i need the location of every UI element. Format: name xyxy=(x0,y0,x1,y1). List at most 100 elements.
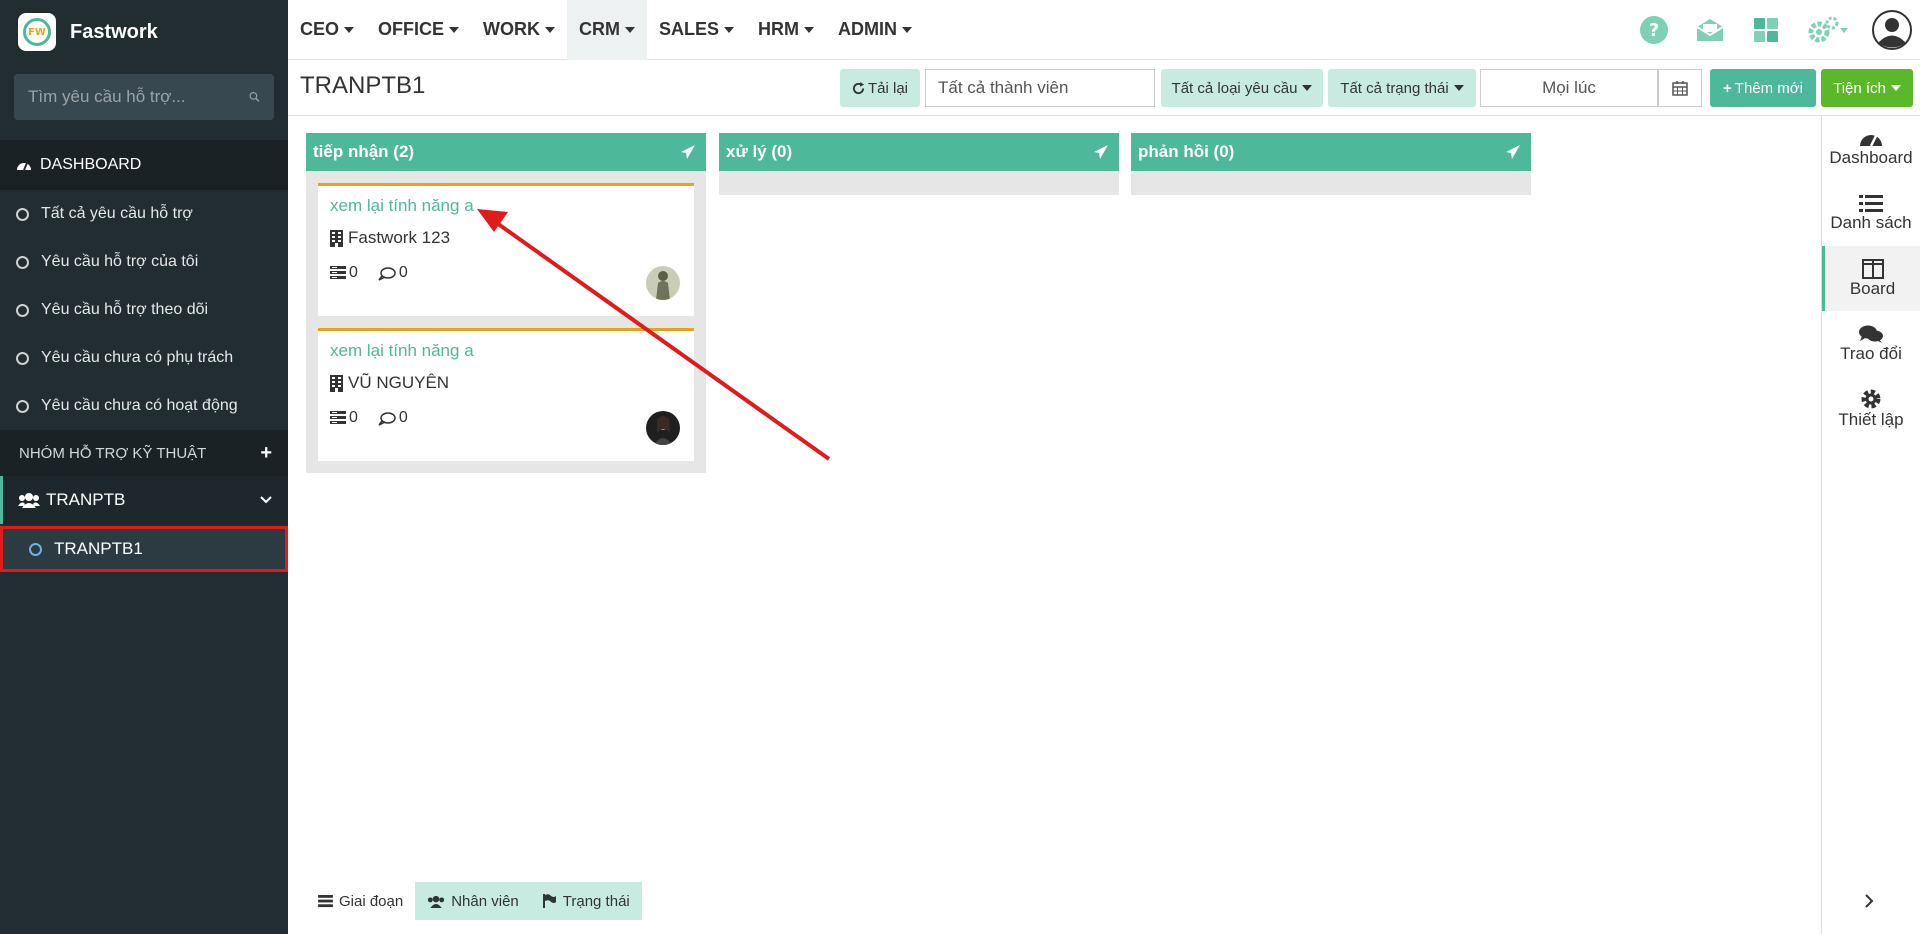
view-label: Board xyxy=(1849,278,1896,298)
mail-icon[interactable] xyxy=(1682,0,1738,60)
card-title[interactable]: xem lại tính năng a xyxy=(330,341,682,361)
menu-label: SALES xyxy=(659,19,720,39)
sidebar-item-label: DASHBOARD xyxy=(40,156,142,173)
board-toolbar: TRANPTB1 Tải lại Tất cả thành viên Tất c… xyxy=(288,60,1920,116)
plus-icon: + xyxy=(1723,79,1732,97)
sidebar-team-tranptb[interactable]: TRANPTB xyxy=(0,476,288,524)
menu-office[interactable]: OFFICE xyxy=(366,0,471,60)
dashboard-icon xyxy=(17,162,31,171)
sidebar-item-unassigned[interactable]: Yêu cầu chưa có phụ trách xyxy=(0,334,288,382)
building-icon xyxy=(330,374,343,392)
caret-down-icon xyxy=(724,26,735,33)
kanban-board: tiếp nhận (2) xem lại tính năng a Fastwo… xyxy=(288,116,1820,934)
board-column: tiếp nhận (2) xem lại tính năng a Fastwo… xyxy=(306,133,706,473)
comment-count: 0 xyxy=(378,264,418,282)
chevron-down-icon[interactable] xyxy=(260,496,272,504)
menu-hrm[interactable]: HRM xyxy=(746,0,826,60)
tab-label: Trạng thái xyxy=(562,892,630,910)
add-group-icon[interactable]: + xyxy=(260,442,272,465)
sidebar-item-following[interactable]: Yêu cầu hỗ trợ theo dõi xyxy=(0,286,288,334)
sidebar-item-all-requests[interactable]: Tất cả yêu cầu hỗ trợ xyxy=(0,190,288,238)
comment-count: 0 xyxy=(378,409,418,427)
add-new-button[interactable]: + Thêm mới xyxy=(1710,69,1816,107)
support-group-header: NHÓM HỖ TRỢ KỸ THUẬT + xyxy=(0,430,288,476)
chevron-right-icon[interactable] xyxy=(1864,893,1874,914)
caret-down-icon xyxy=(1890,85,1901,91)
menu-ceo[interactable]: CEO xyxy=(288,0,366,60)
sidebar-subteam-tranptb1[interactable]: TRANPTB1 xyxy=(0,526,288,572)
sidebar-item-my-requests[interactable]: Yêu cầu hỗ trợ của tôi xyxy=(0,238,288,286)
help-icon[interactable]: ? xyxy=(1626,0,1682,60)
svg-text:?: ? xyxy=(1649,20,1659,41)
task-count: 0 xyxy=(330,264,368,282)
sidebar-item-label: Yêu cầu hỗ trợ của tôi xyxy=(41,253,199,270)
calendar-button[interactable] xyxy=(1658,69,1702,107)
subteam-label: TRANPTB1 xyxy=(54,539,143,558)
settings-gears-icon[interactable] xyxy=(1794,0,1864,60)
menu-sales[interactable]: SALES xyxy=(647,0,746,60)
caret-down-icon xyxy=(545,26,556,33)
user-avatar-icon[interactable] xyxy=(1864,0,1920,60)
app-logo: FW xyxy=(18,13,56,51)
sidebar-item-dashboard[interactable]: DASHBOARD xyxy=(0,140,288,190)
status-filter-label: Tất cả trạng thái xyxy=(1340,79,1449,97)
member-filter-input[interactable]: Tất cả thành viên xyxy=(925,69,1155,107)
caret-down-icon xyxy=(625,26,636,33)
customer-name: VŨ NGUYÊN xyxy=(348,373,450,392)
sidebar-item-label: Tất cả yêu cầu hỗ trợ xyxy=(41,205,193,222)
circle-icon xyxy=(16,255,29,269)
board-columns-icon xyxy=(1861,258,1884,279)
brand[interactable]: FW Fastwork xyxy=(0,0,288,64)
send-icon[interactable] xyxy=(1505,144,1521,160)
card-stats: 0 0 xyxy=(330,264,682,282)
card-stats: 0 0 xyxy=(330,409,682,427)
view-dashboard[interactable]: Dashboard xyxy=(1822,116,1920,181)
search-icon[interactable] xyxy=(249,87,260,107)
card-title[interactable]: xem lại tính năng a xyxy=(330,196,682,216)
tab-label: Nhân viên xyxy=(451,892,519,910)
tab-status[interactable]: Trạng thái xyxy=(530,882,642,920)
request-card[interactable]: xem lại tính năng a VŨ NGUYÊN 0 0 xyxy=(318,328,694,461)
request-card[interactable]: xem lại tính năng a Fastwork 123 0 0 xyxy=(318,183,694,316)
utility-dropdown-button[interactable]: Tiện ích xyxy=(1821,69,1913,107)
column-header: phản hồi (0) xyxy=(1131,133,1531,171)
assignee-avatar[interactable] xyxy=(646,266,680,300)
send-icon[interactable] xyxy=(680,144,696,160)
gear-icon xyxy=(1861,389,1881,408)
type-filter-dropdown[interactable]: Tất cả loại yêu cầu xyxy=(1161,69,1323,107)
sidebar-item-label: Yêu cầu chưa có phụ trách xyxy=(41,349,234,366)
send-icon[interactable] xyxy=(1093,144,1109,160)
menu-work[interactable]: WORK xyxy=(471,0,567,60)
sidebar-item-label: Yêu cầu chưa có hoạt động xyxy=(41,397,238,414)
tab-stage[interactable]: Giai đoạn xyxy=(306,882,415,920)
list-icon xyxy=(1859,194,1883,212)
customer-name: Fastwork 123 xyxy=(348,228,451,247)
apps-grid-icon[interactable] xyxy=(1738,0,1794,60)
comment-count-value: 0 xyxy=(398,409,408,426)
menu-crm[interactable]: CRM xyxy=(567,0,648,60)
card-customer: VŨ NGUYÊN xyxy=(330,373,682,393)
tasks-icon xyxy=(330,411,346,424)
column-title: xử lý (0) xyxy=(726,142,793,161)
top-navbar: CEO OFFICE WORK CRM SALES HRM ADMIN ? xyxy=(288,0,1920,60)
view-list[interactable]: Danh sách xyxy=(1822,181,1920,246)
view-switcher-panel: Dashboard Danh sách Board Trao đổi Thiết… xyxy=(1821,116,1920,934)
view-board[interactable]: Board xyxy=(1822,246,1920,311)
menu-admin[interactable]: ADMIN xyxy=(826,0,924,60)
group-by-tabs: Giai đoạn Nhân viên Trạng thái xyxy=(306,882,642,920)
topbar-actions: ? xyxy=(1626,0,1920,60)
time-filter-input[interactable]: Mọi lúc xyxy=(1480,69,1658,107)
caret-down-icon xyxy=(1453,85,1464,91)
status-filter-dropdown[interactable]: Tất cả trạng thái xyxy=(1328,69,1476,107)
circle-icon xyxy=(16,399,29,413)
task-count-value: 0 xyxy=(349,264,358,281)
search-input[interactable] xyxy=(28,87,249,107)
tab-employee[interactable]: Nhân viên xyxy=(415,882,531,920)
reload-button[interactable]: Tải lại xyxy=(840,69,920,107)
sidebar-item-no-activity[interactable]: Yêu cầu chưa có hoạt động xyxy=(0,382,288,430)
sidebar: FW Fastwork DASHBOARD Tất cả yêu cầu hỗ … xyxy=(0,0,288,934)
time-filter-label: Mọi lúc xyxy=(1542,78,1596,97)
assignee-avatar[interactable] xyxy=(646,411,680,445)
view-settings[interactable]: Thiết lập xyxy=(1822,376,1920,441)
view-discussion[interactable]: Trao đổi xyxy=(1822,311,1920,376)
